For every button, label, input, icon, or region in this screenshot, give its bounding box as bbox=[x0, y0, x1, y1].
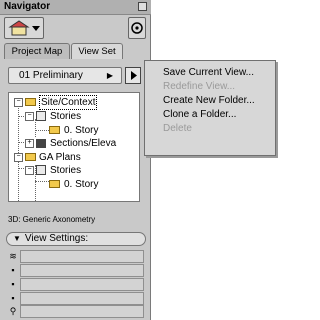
story-icon bbox=[36, 111, 46, 121]
tab-view-set[interactable]: View Set bbox=[71, 43, 123, 59]
model-icon: ▪ bbox=[11, 293, 15, 303]
folder-icon bbox=[49, 180, 60, 188]
view-set-select[interactable]: 01 Preliminary ▶ bbox=[8, 67, 122, 84]
context-menu: Save Current View... Redefine View... Cr… bbox=[144, 60, 276, 156]
triangle-right-icon bbox=[131, 71, 137, 80]
tree-item-label: Stories bbox=[50, 165, 82, 176]
tree-item-label: GA Plans bbox=[39, 152, 81, 163]
folder-icon bbox=[25, 153, 36, 161]
collapse-icon[interactable]: − bbox=[25, 112, 34, 121]
tree-item[interactable]: + Sections/Eleva bbox=[9, 137, 139, 150]
title-bar[interactable]: Navigator bbox=[0, 0, 151, 15]
navigator-mode-button[interactable] bbox=[4, 17, 44, 39]
settings-button[interactable] bbox=[128, 17, 146, 39]
tree-item-label: Stories bbox=[50, 111, 82, 122]
tree-item[interactable]: 0. Story bbox=[9, 124, 139, 137]
section-icon bbox=[36, 139, 46, 148]
tab-project-map[interactable]: Project Map bbox=[4, 43, 70, 59]
layers-icon: ≋ bbox=[9, 251, 17, 261]
close-icon[interactable] bbox=[138, 2, 147, 11]
menu-item-delete: Delete bbox=[163, 123, 192, 134]
tree-item-label: Site/Context bbox=[39, 95, 98, 110]
navigator-panel: Navigator Project Map View Set 01 Prelim… bbox=[0, 0, 151, 320]
zoom-icon: ⚲ bbox=[9, 306, 17, 316]
tree-item-label: 0. Story bbox=[64, 125, 99, 136]
tree-item[interactable]: − GA Plans bbox=[9, 151, 139, 164]
tree-item-label: Sections/Eleva bbox=[50, 138, 117, 149]
view-map-options-button[interactable] bbox=[125, 67, 141, 84]
story-icon bbox=[36, 165, 46, 175]
folder-icon bbox=[25, 98, 36, 106]
collapse-icon[interactable]: − bbox=[14, 153, 23, 162]
view-settings-label: View Settings: bbox=[24, 233, 89, 244]
menu-item-redefine-view: Redefine View... bbox=[163, 81, 236, 92]
triangle-down-icon: ▼ bbox=[13, 234, 21, 243]
collapse-icon[interactable]: − bbox=[14, 98, 23, 107]
property-row[interactable] bbox=[20, 292, 144, 305]
tree-item-label: 0. Story bbox=[64, 179, 99, 190]
property-row[interactable] bbox=[20, 250, 144, 263]
menu-item-create-new-folder[interactable]: Create New Folder... bbox=[163, 94, 255, 107]
view-set-select-value: 01 Preliminary bbox=[19, 70, 83, 81]
tree-item[interactable]: − Stories bbox=[9, 110, 139, 123]
scale-icon: ▪ bbox=[11, 265, 15, 275]
view-settings-toggle[interactable]: ▼ View Settings: bbox=[6, 232, 146, 246]
property-row[interactable] bbox=[20, 264, 144, 277]
building-icon bbox=[8, 20, 40, 36]
selected-view-name: 3D: Generic Axonometry bbox=[8, 215, 96, 224]
menu-item-clone-folder[interactable]: Clone a Folder... bbox=[163, 108, 236, 121]
collapse-icon[interactable]: − bbox=[25, 166, 34, 175]
gear-icon bbox=[131, 22, 143, 34]
chevron-right-icon: ▶ bbox=[106, 71, 113, 80]
property-row[interactable] bbox=[20, 305, 144, 318]
tree-item[interactable]: 0. Story bbox=[9, 178, 139, 191]
window-title: Navigator bbox=[4, 1, 51, 12]
property-row[interactable] bbox=[20, 278, 144, 291]
view-tree: − Site/Context − Stories 0. Story + Sect… bbox=[8, 92, 140, 202]
tree-item[interactable]: − Site/Context bbox=[9, 95, 139, 110]
tab-bar: Project Map View Set bbox=[4, 43, 147, 59]
menu-item-save-current-view[interactable]: Save Current View... bbox=[163, 66, 254, 79]
pen-icon: ▪ bbox=[11, 279, 15, 289]
folder-icon bbox=[49, 126, 60, 134]
expand-icon[interactable]: + bbox=[25, 139, 34, 148]
tree-item[interactable]: − Stories bbox=[9, 164, 139, 177]
